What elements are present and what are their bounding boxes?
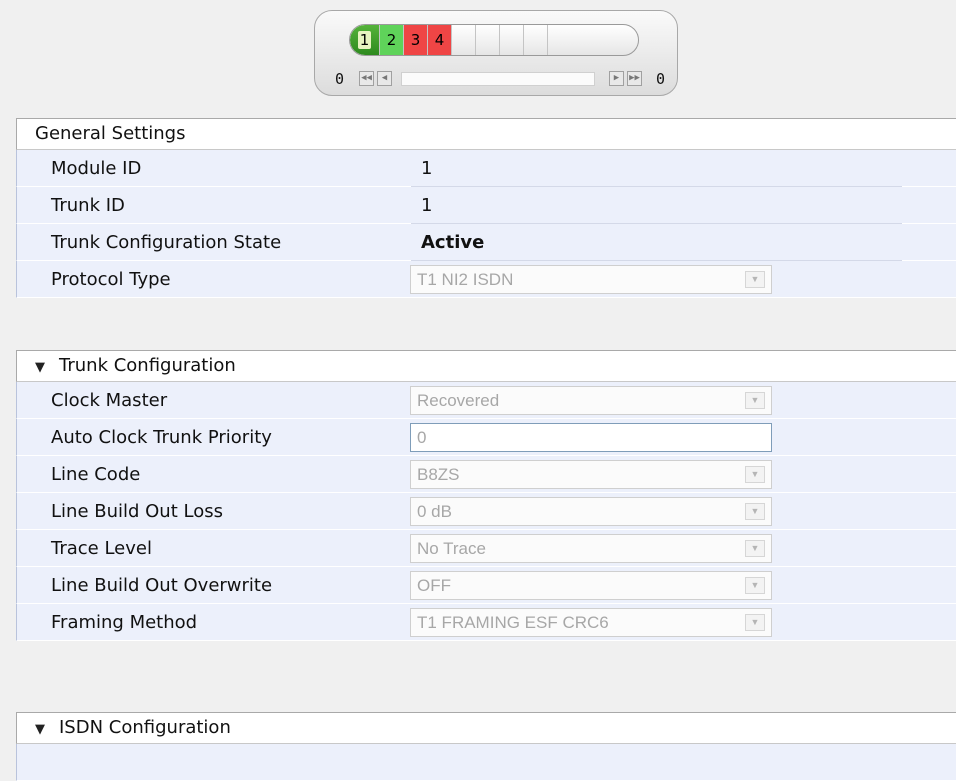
first-page-icon[interactable]: ◀◀ <box>359 71 374 86</box>
field-label: Line Code <box>51 464 141 485</box>
trunk-empty-slot <box>452 25 476 55</box>
auto-clock-priority-row: Auto Clock Trunk Priority 0 <box>16 419 956 456</box>
isdn-configuration-header[interactable]: ▼ ISDN Configuration <box>16 713 956 744</box>
clock-master-row: Clock Master Recovered ▼ <box>16 382 956 419</box>
line-build-out-overwrite-row: Line Build Out Overwrite OFF ▼ <box>16 567 956 604</box>
auto-clock-priority-input[interactable]: 0 <box>410 423 772 452</box>
trunk-id-row: Trunk ID 1 <box>16 187 956 224</box>
framing-method-row: Framing Method T1 FRAMING ESF CRC6 ▼ <box>16 604 956 641</box>
trace-level-row: Trace Level No Trace ▼ <box>16 530 956 567</box>
field-label: Trace Level <box>51 538 152 559</box>
line-code-row: Line Code B8ZS ▼ <box>16 456 956 493</box>
field-label: Clock Master <box>51 390 168 411</box>
trunk-empty-slot <box>500 25 524 55</box>
general-settings-panel: General Settings Module ID 1 Trunk ID 1 … <box>16 118 956 298</box>
select-value: 0 dB <box>417 502 452 521</box>
last-page-icon[interactable]: ▶▶ <box>627 71 642 86</box>
trunk-id-value: 1 <box>421 195 433 216</box>
trunk-3-button[interactable]: 3 <box>404 25 428 55</box>
line-build-out-loss-select[interactable]: 0 dB ▼ <box>410 497 772 526</box>
triangle-down-icon[interactable]: ▼ <box>35 353 59 383</box>
trunk-2-button[interactable]: 2 <box>380 25 404 55</box>
chevron-down-icon[interactable]: ▼ <box>745 503 765 520</box>
field-label: Module ID <box>51 158 142 179</box>
field-label: Line Build Out Overwrite <box>51 575 273 596</box>
field-label: Framing Method <box>51 612 198 633</box>
pager-scroll-track[interactable] <box>401 72 595 86</box>
chevron-down-icon[interactable]: ▼ <box>745 392 765 409</box>
trace-level-select[interactable]: No Trace ▼ <box>410 534 772 563</box>
framing-method-select[interactable]: T1 FRAMING ESF CRC6 ▼ <box>410 608 772 637</box>
trunk-strip: 1 2 3 4 <box>349 24 639 56</box>
field-label: Trunk ID <box>51 195 125 216</box>
chevron-down-icon[interactable]: ▼ <box>745 614 765 631</box>
line-build-out-overwrite-select[interactable]: OFF ▼ <box>410 571 772 600</box>
protocol-type-row: Protocol Type T1 NI2 ISDN ▼ <box>16 261 956 298</box>
protocol-type-select[interactable]: T1 NI2 ISDN ▼ <box>410 265 772 294</box>
module-id-value: 1 <box>421 158 433 179</box>
line-code-select[interactable]: B8ZS ▼ <box>410 460 772 489</box>
next-page-icon[interactable]: ▶ <box>609 71 624 86</box>
trunk-configuration-panel: ▼ Trunk Configuration Clock Master Recove… <box>16 350 956 641</box>
input-value: 0 <box>417 428 427 447</box>
line-build-out-loss-row: Line Build Out Loss 0 dB ▼ <box>16 493 956 530</box>
clock-master-select[interactable]: Recovered ▼ <box>410 386 772 415</box>
select-value: OFF <box>417 576 451 595</box>
select-value: Recovered <box>417 391 500 410</box>
field-label: Auto Clock Trunk Priority <box>51 427 272 448</box>
trunk-state-row: Trunk Configuration State Active <box>16 224 956 261</box>
triangle-down-icon[interactable]: ▼ <box>35 715 59 745</box>
trunk-empty-slot <box>476 25 500 55</box>
field-label: Trunk Configuration State <box>51 232 282 253</box>
chevron-down-icon[interactable]: ▼ <box>745 540 765 557</box>
chevron-down-icon[interactable]: ▼ <box>745 577 765 594</box>
select-value: T1 NI2 ISDN <box>417 270 514 289</box>
module-id-row: Module ID 1 <box>16 150 956 187</box>
select-value: B8ZS <box>417 465 460 484</box>
chevron-down-icon[interactable]: ▼ <box>745 271 765 288</box>
field-label: Protocol Type <box>51 269 171 290</box>
trunk-pager: 0 ◀◀ ◀ ▶ ▶▶ 0 <box>335 69 665 91</box>
general-settings-header: General Settings <box>16 119 956 150</box>
panel-title: General Settings <box>35 123 186 144</box>
trunk-configuration-header[interactable]: ▼ Trunk Configuration <box>16 351 956 382</box>
trunk-state-value: Active <box>421 232 485 253</box>
field-label: Line Build Out Loss <box>51 501 223 522</box>
trunk-empty-slot <box>524 25 548 55</box>
isdn-first-row <box>16 744 956 781</box>
chevron-down-icon[interactable]: ▼ <box>745 466 765 483</box>
pager-right-count: 0 <box>655 70 665 88</box>
trunk-4-button[interactable]: 4 <box>428 25 452 55</box>
panel-title: Trunk Configuration <box>59 355 236 376</box>
select-value: No Trace <box>417 539 486 558</box>
isdn-configuration-panel: ▼ ISDN Configuration <box>16 712 956 781</box>
select-value: T1 FRAMING ESF CRC6 <box>417 613 609 632</box>
pager-left-count: 0 <box>335 70 345 88</box>
trunk-selector: 1 2 3 4 0 ◀◀ ◀ ▶ ▶▶ 0 <box>314 10 678 96</box>
panel-title: ISDN Configuration <box>59 717 231 738</box>
prev-page-icon[interactable]: ◀ <box>377 71 392 86</box>
trunk-1-button[interactable]: 1 <box>350 25 380 55</box>
